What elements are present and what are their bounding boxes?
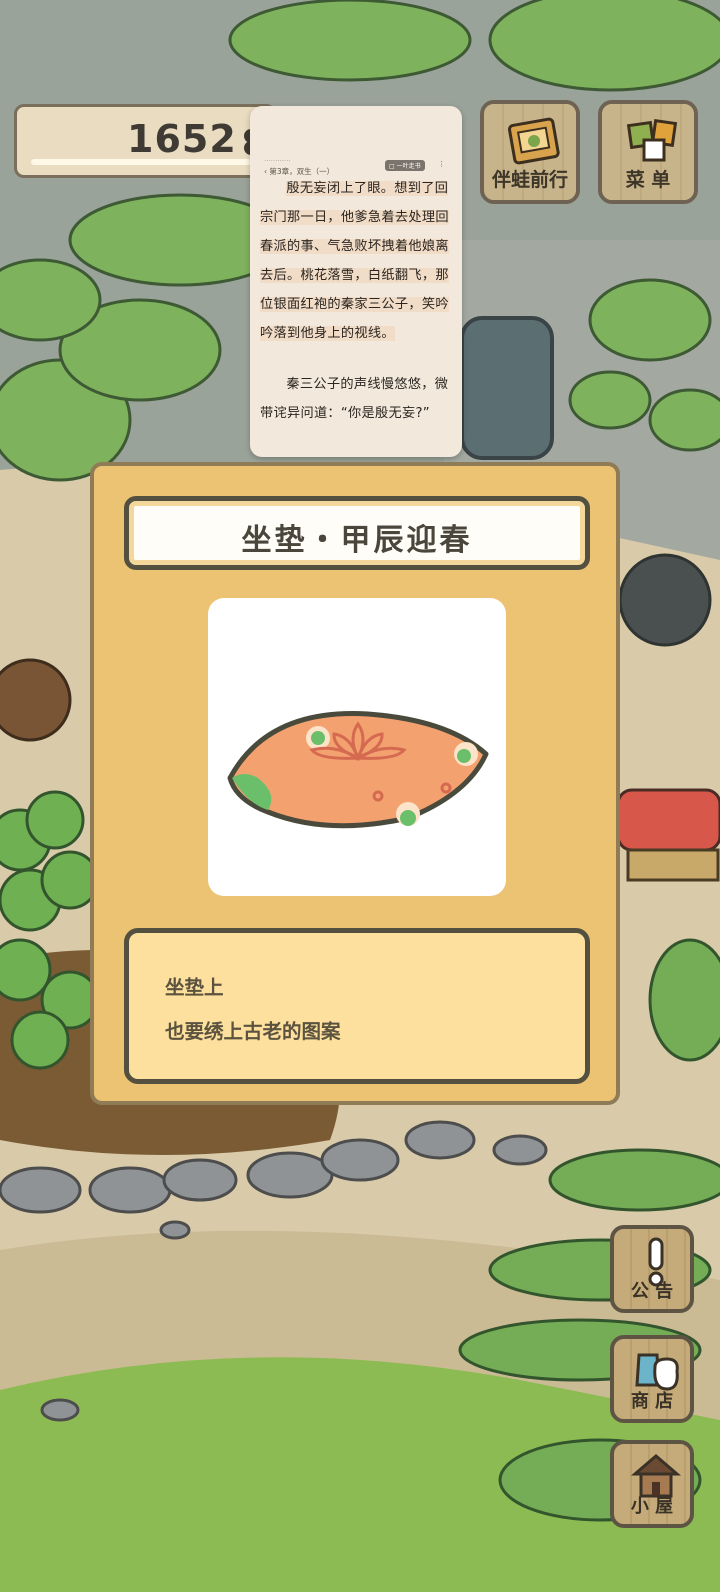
- item-title-box: 坐垫・甲辰迎春: [124, 496, 590, 570]
- counter-bar: [31, 159, 251, 165]
- clover-count: 1652: [127, 117, 237, 161]
- item-image-box: [208, 598, 506, 896]
- reader-paragraph-1: 殷无妄闭上了眼。想到了回宗门那一日，他爹急着去处理回春派的事、气急败坏拽着他娘离…: [260, 174, 454, 348]
- house-label: 小 屋: [630, 1496, 674, 1517]
- shop-label: 商 店: [630, 1391, 674, 1412]
- house-button[interactable]: 小 屋: [610, 1440, 694, 1528]
- menu-icon: [626, 119, 678, 162]
- clover-counter: 1652: [14, 104, 276, 178]
- shop-button[interactable]: 商 店: [610, 1335, 694, 1423]
- item-description-line-2: 也要绣上古老的图案: [165, 1020, 341, 1043]
- reader-source-tag[interactable]: □ 一叶走书: [385, 160, 425, 171]
- reader-paragraph-2: 秦三公子的声线慢悠悠，微带诧异问道：“你是殷无妄?”: [260, 377, 449, 421]
- item-title: 坐垫・甲辰迎春: [241, 523, 473, 558]
- more-icon[interactable]: ⋮: [438, 160, 445, 168]
- reader-overlay[interactable]: ············ ‹ 第3章，双生（一） □ 一叶走书 ⋮ 殷无妄闭上了…: [250, 106, 462, 457]
- travel-with-frog-button[interactable]: 伴蛙前行: [480, 100, 580, 204]
- cushion-image: [227, 711, 489, 829]
- notice-label: 公 告: [630, 1281, 674, 1302]
- item-detail-modal[interactable]: 坐垫・甲辰迎春 坐垫上 也要绣上古老的图案: [90, 462, 620, 1105]
- item-description-box: 坐垫上 也要绣上古老的图案: [124, 928, 590, 1084]
- item-description-line-1: 坐垫上: [165, 976, 224, 999]
- travel-label: 伴蛙前行: [491, 169, 568, 191]
- notice-button[interactable]: 公 告: [610, 1225, 694, 1313]
- highlighted-text: 殷无妄闭上了眼。想到了回宗门那一日，他爹急着去处理回春派的事、气急败坏拽着他娘离…: [260, 181, 449, 341]
- menu-button[interactable]: 菜 单: [598, 100, 698, 204]
- menu-label: 菜 单: [625, 169, 671, 191]
- album-icon: [507, 117, 560, 165]
- reader-meta: ············: [264, 157, 291, 165]
